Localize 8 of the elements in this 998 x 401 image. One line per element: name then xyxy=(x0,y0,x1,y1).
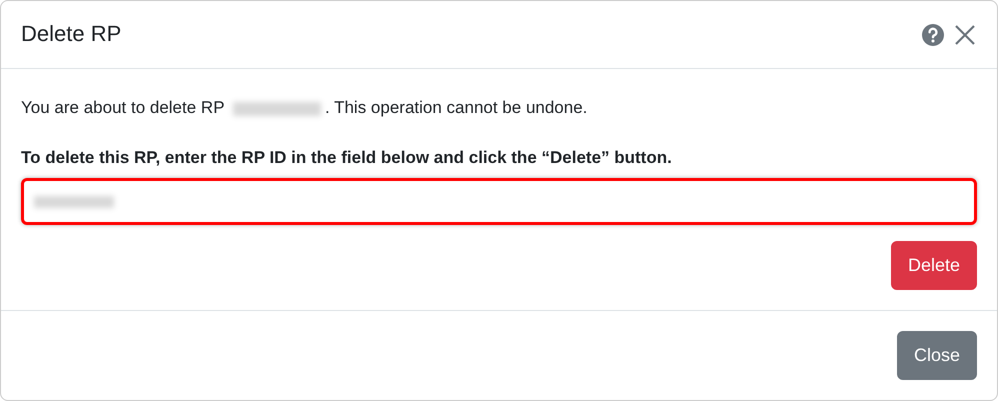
warning-message: You are about to delete RP . This operation cannot be undone. xyxy=(21,97,588,119)
dialog-title: Delete RP xyxy=(21,21,122,48)
close-button[interactable]: Close xyxy=(896,331,977,380)
rp-id-field[interactable] xyxy=(21,178,977,225)
instruction-text: To delete this RP, enter the RP ID in the field below and click the “Delete” button. xyxy=(21,146,673,168)
help-icon[interactable] xyxy=(921,22,945,46)
delete-button[interactable]: Delete xyxy=(890,241,977,290)
close-icon[interactable] xyxy=(953,22,977,46)
